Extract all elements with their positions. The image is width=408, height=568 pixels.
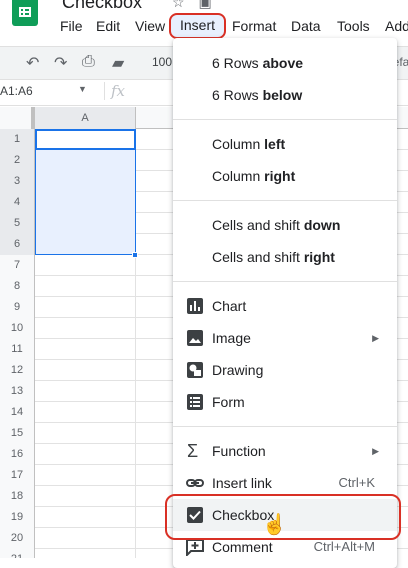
menu-insert[interactable]: Insert <box>169 13 227 39</box>
menu-item-rows-above[interactable]: 6 Rows above <box>173 47 397 79</box>
menu-item-function[interactable]: Σ Function ▶ <box>173 435 397 467</box>
document-title[interactable]: Checkbox <box>62 0 142 13</box>
menu-data[interactable]: Data <box>291 15 321 37</box>
menu-item-image[interactable]: Image ▶ <box>173 322 397 354</box>
drawing-icon <box>187 362 203 378</box>
zoom-select[interactable]: 100 <box>152 55 172 69</box>
row-header[interactable]: 7 <box>0 255 35 276</box>
redo-icon[interactable]: ↷ <box>54 53 67 73</box>
row-header[interactable]: 12 <box>0 360 35 381</box>
cell-a[interactable] <box>35 465 136 486</box>
cell-a[interactable] <box>35 507 136 528</box>
print-icon[interactable]: ⎙ <box>82 53 95 71</box>
menu-item-drawing[interactable]: Drawing <box>173 354 397 386</box>
row-header[interactable]: 5 <box>0 213 35 234</box>
cell-a[interactable] <box>35 276 136 297</box>
form-icon <box>187 394 203 410</box>
menu-item-form[interactable]: Form <box>173 386 397 418</box>
column-header-a[interactable]: A <box>35 107 136 129</box>
cell-a[interactable] <box>35 297 136 318</box>
row-header[interactable]: 18 <box>0 486 35 507</box>
row-header[interactable]: 19 <box>0 507 35 528</box>
cell-a[interactable] <box>35 423 136 444</box>
cell-a[interactable] <box>35 528 136 549</box>
row-header[interactable]: 8 <box>0 276 35 297</box>
menu-divider <box>173 119 397 120</box>
menu-edit[interactable]: Edit <box>96 15 120 37</box>
menu-format[interactable]: Format <box>232 15 276 37</box>
row-header[interactable]: 11 <box>0 339 35 360</box>
name-box[interactable]: A1:A6 <box>0 84 86 98</box>
image-icon <box>187 330 203 346</box>
cell-a[interactable] <box>35 339 136 360</box>
cell-a[interactable] <box>35 402 136 423</box>
row-header[interactable]: 4 <box>0 192 35 213</box>
row-header[interactable]: 20 <box>0 528 35 549</box>
menu-item-column-left[interactable]: Column left <box>173 128 397 160</box>
menu-item-cells-shift-right[interactable]: Cells and shift right <box>173 241 397 273</box>
insert-menu-dropdown: 6 Rows above 6 Rows below Column left Co… <box>173 38 397 568</box>
select-all-corner[interactable] <box>0 107 35 129</box>
cell-a[interactable] <box>35 360 136 381</box>
menu-view[interactable]: View <box>135 15 165 37</box>
submenu-arrow-icon: ▶ <box>372 333 379 343</box>
row-header[interactable]: 13 <box>0 381 35 402</box>
menu-item-chart[interactable]: Chart <box>173 290 397 322</box>
menu-addons[interactable]: Add <box>385 15 408 37</box>
menu-divider <box>173 200 397 201</box>
row-header[interactable]: 16 <box>0 444 35 465</box>
row-header[interactable]: 6 <box>0 234 35 255</box>
menu-tools[interactable]: Tools <box>337 15 370 37</box>
cell-a[interactable] <box>35 381 136 402</box>
submenu-arrow-icon: ▶ <box>372 446 379 456</box>
paint-format-icon[interactable]: ▰ <box>112 53 124 73</box>
row-header[interactable]: 2 <box>0 150 35 171</box>
menu-divider <box>173 426 397 427</box>
row-header[interactable]: 9 <box>0 297 35 318</box>
fx-icon: fx <box>104 82 125 100</box>
active-cell[interactable] <box>35 129 136 150</box>
cell-a[interactable] <box>35 318 136 339</box>
sigma-icon: Σ <box>187 441 199 461</box>
menu-divider <box>173 281 397 282</box>
comment-icon <box>186 539 204 556</box>
menu-item-cells-shift-down[interactable]: Cells and shift down <box>173 209 397 241</box>
row-header[interactable]: 1 <box>0 129 35 150</box>
menu-file[interactable]: File <box>60 15 83 37</box>
cell-a[interactable] <box>35 255 136 276</box>
star-icon[interactable]: ☆▣ <box>172 0 226 11</box>
sheets-logo-icon[interactable] <box>12 0 38 26</box>
row-header[interactable]: 3 <box>0 171 35 192</box>
undo-icon[interactable]: ↶ <box>26 53 39 73</box>
link-icon <box>186 479 204 487</box>
row-header[interactable]: 10 <box>0 318 35 339</box>
menu-item-rows-below[interactable]: 6 Rows below <box>173 79 397 111</box>
cell-a[interactable] <box>35 549 136 558</box>
fill-handle[interactable] <box>132 252 138 258</box>
row-header[interactable]: 17 <box>0 465 35 486</box>
chevron-down-icon[interactable]: ▼ <box>78 84 87 94</box>
row-header[interactable]: 21 <box>0 549 35 558</box>
hand-cursor-icon: ☝ <box>262 514 287 536</box>
chart-icon <box>187 298 203 314</box>
row-header[interactable]: 15 <box>0 423 35 444</box>
row-header[interactable]: 14 <box>0 402 35 423</box>
cell-a[interactable] <box>35 486 136 507</box>
menu-item-column-right[interactable]: Column right <box>173 160 397 192</box>
cell-a[interactable] <box>35 444 136 465</box>
